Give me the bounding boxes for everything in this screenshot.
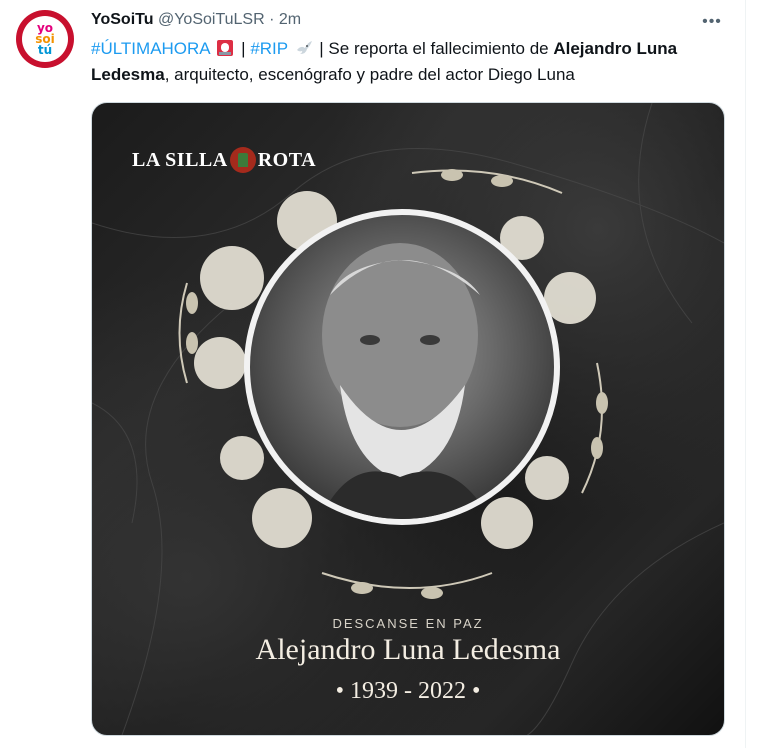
caption-years: • 1939 - 2022 • [335,678,481,704]
user-handle[interactable]: @YoSoiTuLSR [158,11,265,28]
rotating-light-icon [217,40,234,56]
separator-1: | [236,39,251,58]
portrait-silhouette [320,243,490,519]
tweet-body-2: , arquitecto, escenógrafo y padre del ac… [164,65,575,84]
avatar-line-3: tú [37,42,53,57]
avatar-logo: yo soi tú [22,16,68,62]
more-icon: ••• [702,13,722,30]
caption-name: Alejandro Luna Ledesma [255,633,561,666]
caption-rest-in-peace: DESCANSE EN PAZ [332,616,484,631]
portrait-photo [244,209,560,525]
separator: · [269,11,275,28]
brand-logo: LA SILLA ROTA [132,147,316,173]
display-name[interactable]: YoSoiTu [91,11,154,28]
tweet-image[interactable]: LA SILLA ROTA DESCANSE EN PAZ Alejandro … [91,102,725,736]
tweet-text: #ÚLTIMAHORA | #RIP | Se reporta el falle… [91,36,711,88]
tweet[interactable]: yo soi tú YoSoiTu @YoSoiTuLSR · 2m ••• #… [0,0,746,748]
hashtag-rip[interactable]: #RIP [250,39,288,58]
timestamp[interactable]: 2m [279,11,301,28]
tweet-header: YoSoiTu @YoSoiTuLSR · 2m [91,11,301,29]
tweet-body-1: | Se reporta el fallecimiento de [314,39,554,58]
more-options-button[interactable]: ••• [698,8,726,36]
hashtag-ultimahora[interactable]: #ÚLTIMAHORA [91,39,210,58]
brand-left: LA SILLA [132,148,228,171]
chair-seal-icon [229,147,256,173]
dove-icon [296,41,312,54]
brand-right: ROTA [257,148,317,171]
avatar[interactable]: yo soi tú [16,10,74,68]
